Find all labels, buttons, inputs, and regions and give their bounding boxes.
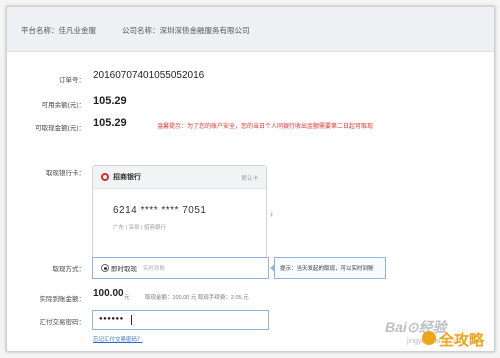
bank-name: 招商银行 xyxy=(113,174,141,181)
platform-label-text: 平台名称： xyxy=(21,26,59,35)
trade-password-input[interactable]: ●●●●●● xyxy=(92,310,269,330)
platform-info-bar: 平台名称：佳凡业金服 公司名称：深圳深债金融服务有限公司 xyxy=(7,7,494,52)
bank-card[interactable]: 招商银行 默认卡 6214 **** **** 7051 广东 | 深圳 | 招… xyxy=(92,165,267,259)
order-no-label: 订单号： xyxy=(59,77,85,84)
instant-withdraw-option[interactable]: 即时取现 实时到账 xyxy=(92,257,269,279)
security-warning: 温馨提示：为了您的账户安全，您的当日个人同银行收出金额需要第二日起可取现 xyxy=(157,124,374,130)
withdraw-method-label: 取现方式： xyxy=(52,266,86,273)
forgot-password-link[interactable]: 忘记汇付交易密码？ xyxy=(93,335,143,343)
platform-name: 佳凡业金服 xyxy=(58,26,97,35)
card-number: 6214 **** **** 7051 xyxy=(113,205,207,216)
actual-amount-label: 实际到账金额： xyxy=(39,296,86,303)
radio-selected-icon[interactable] xyxy=(101,264,109,272)
password-mask: ●●●●●● xyxy=(99,316,124,322)
chevron-right-icon[interactable]: › xyxy=(270,209,273,219)
brand-watermark: 全攻略 xyxy=(439,332,485,349)
platform-label: 平台名称：佳凡业金服 xyxy=(21,25,96,36)
amount-breakdown: 取现金额：100.00 元 取现手续费：2.05 元 xyxy=(145,295,249,301)
withdrawable-amount-label: 可取现金额(元)： xyxy=(35,125,85,132)
company-name: 深圳深债金融服务有限公司 xyxy=(159,26,250,35)
method-option-label: 即时取现 xyxy=(111,266,137,273)
baidu-watermark: Bai⊙经验 xyxy=(385,319,447,335)
password-label: 汇付交易密码： xyxy=(39,319,86,326)
method-tip-text: 提示：当天发起的取现，可以实时到账 xyxy=(280,266,374,272)
default-card-badge: 默认卡 xyxy=(241,176,258,182)
available-balance-value: 105.29 xyxy=(93,95,127,107)
amount-unit: 元 xyxy=(124,295,130,301)
brand-badge-icon xyxy=(422,331,436,345)
bank-card-header: 招商银行 默认卡 xyxy=(93,166,266,189)
order-no-value: 2016070740105505​2016 xyxy=(93,70,205,81)
company-label-text: 公司名称： xyxy=(122,26,160,35)
text-cursor xyxy=(131,315,132,325)
available-balance-label: 可用余额(元)： xyxy=(41,102,85,109)
withdraw-window: 平台名称：佳凡业金服 公司名称：深圳深债金融服务有限公司 订单号： 201607… xyxy=(6,6,495,352)
method-tip-popover: 提示：当天发起的取现，可以实时到账 xyxy=(270,257,386,279)
withdrawable-amount-value: 105.29 xyxy=(93,117,127,129)
actual-amount-value: 100.00 xyxy=(93,288,124,299)
company-label: 公司名称：深圳深债金融服务有限公司 xyxy=(122,25,250,36)
bank-card-label: 取现银行卡： xyxy=(46,170,85,177)
method-option-note: 实时到账 xyxy=(143,266,166,272)
cmb-logo-icon xyxy=(101,173,109,181)
card-location: 广东 | 深圳 | 招商银行 xyxy=(113,225,166,231)
